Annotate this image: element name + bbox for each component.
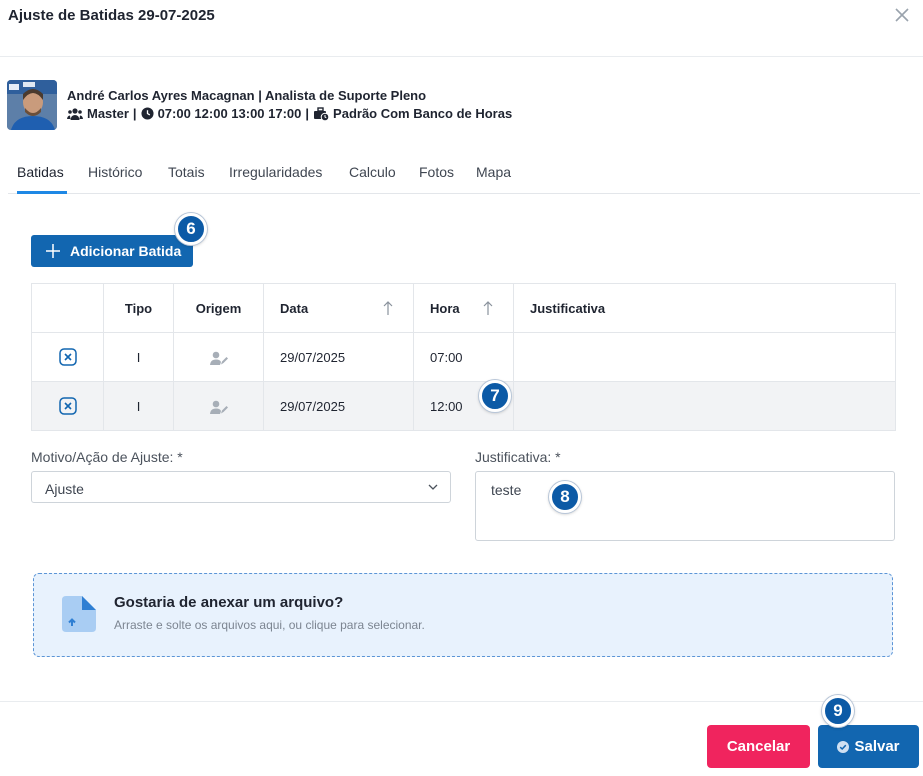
justificativa-textarea[interactable]: teste: [475, 471, 895, 541]
justificativa-label: Justificativa: *: [475, 449, 561, 465]
column-header-data[interactable]: Data: [263, 283, 414, 333]
column-header-actions: [31, 283, 104, 333]
column-header-data-label: Data: [280, 300, 309, 316]
employee-meta: Master | 07:00 12:00 13:00 17:00 | Padrã…: [67, 106, 512, 121]
table-header-row: Tipo Origem Data Hora Justificativa: [31, 283, 896, 333]
tab-batidas[interactable]: Batidas: [17, 164, 64, 180]
clock-icon: [141, 107, 154, 120]
step-badge-6: 6: [175, 213, 207, 245]
column-header-justificativa: Justificativa: [513, 283, 896, 333]
column-header-tipo: Tipo: [103, 283, 174, 333]
row-actions-cell: [31, 381, 104, 431]
cell-origem: [173, 381, 264, 431]
check-circle-icon: [837, 740, 850, 753]
column-header-hora-label: Hora: [430, 300, 460, 316]
cell-tipo: I: [103, 381, 174, 431]
motivo-select[interactable]: Ajuste: [31, 471, 451, 503]
step-badge-7: 7: [479, 380, 511, 412]
sort-arrow-up-icon[interactable]: [483, 301, 493, 316]
separator: |: [305, 106, 310, 121]
table-row: I 29/07/2025 07:00: [31, 332, 896, 382]
employee-group: Master: [87, 106, 129, 121]
tab-irregularidades[interactable]: Irregularidades: [229, 164, 322, 180]
column-header-hora[interactable]: Hora: [413, 283, 514, 333]
user-edit-icon: [209, 351, 228, 365]
active-tab-indicator: [17, 191, 67, 194]
tab-mapa[interactable]: Mapa: [476, 164, 511, 180]
close-icon[interactable]: [893, 6, 911, 24]
plus-icon: [46, 244, 60, 258]
column-header-origem: Origem: [173, 283, 264, 333]
cell-justificativa: [513, 332, 896, 382]
row-actions-cell: [31, 332, 104, 382]
step-badge-9: 9: [822, 695, 854, 727]
cell-origem: [173, 332, 264, 382]
users-icon: [67, 107, 83, 120]
save-button[interactable]: Salvar: [818, 725, 919, 768]
dropzone-subtitle: Arraste e solte os arquivos aqui, ou cli…: [114, 618, 425, 632]
add-batida-label: Adicionar Batida: [70, 243, 182, 259]
save-label: Salvar: [854, 738, 900, 755]
cell-data: 29/07/2025: [263, 381, 414, 431]
tab-fotos[interactable]: Fotos: [419, 164, 454, 180]
dropzone-title: Gostaria de anexar um arquivo?: [114, 594, 344, 611]
table-row: I 29/07/2025 12:00: [31, 381, 896, 431]
avatar: [7, 80, 57, 130]
remove-icon[interactable]: [58, 397, 77, 415]
employee-bank: Padrão Com Banco de Horas: [333, 106, 513, 121]
motivo-label: Motivo/Ação de Ajuste: *: [31, 449, 183, 465]
modal-title: Ajuste de Batidas 29-07-2025: [8, 7, 215, 24]
cell-data: 29/07/2025: [263, 332, 414, 382]
cancel-label: Cancelar: [726, 738, 791, 755]
sort-arrow-up-icon[interactable]: [383, 301, 393, 316]
step-badge-8: 8: [549, 481, 581, 513]
cell-justificativa: [513, 381, 896, 431]
cell-hora: 07:00: [413, 332, 514, 382]
employee-name: André Carlos Ayres Macagnan | Analista d…: [67, 88, 427, 103]
tab-bar: Batidas Histórico Totais Irregularidades…: [8, 155, 920, 194]
employee-schedule: 07:00 12:00 13:00 17:00: [157, 106, 302, 121]
tab-totais[interactable]: Totais: [168, 164, 205, 180]
remove-icon[interactable]: [58, 348, 77, 366]
modal-header: Ajuste de Batidas 29-07-2025: [0, 0, 923, 57]
batidas-table: Tipo Origem Data Hora Justificativa I 29…: [31, 283, 896, 431]
file-dropzone[interactable]: Gostaria de anexar um arquivo? Arraste e…: [33, 573, 893, 657]
motivo-select-value: Ajuste: [45, 481, 84, 497]
file-upload-icon: [62, 596, 96, 632]
tab-calculo[interactable]: Calculo: [349, 164, 396, 180]
footer-divider: [0, 701, 923, 702]
user-edit-icon: [209, 400, 228, 414]
business-time-icon: [314, 106, 330, 121]
tab-historico[interactable]: Histórico: [88, 164, 142, 180]
add-batida-button[interactable]: Adicionar Batida: [31, 235, 193, 267]
separator: |: [132, 106, 137, 121]
chevron-down-icon: [428, 484, 438, 490]
cell-tipo: I: [103, 332, 174, 382]
cancel-button[interactable]: Cancelar: [707, 725, 810, 768]
